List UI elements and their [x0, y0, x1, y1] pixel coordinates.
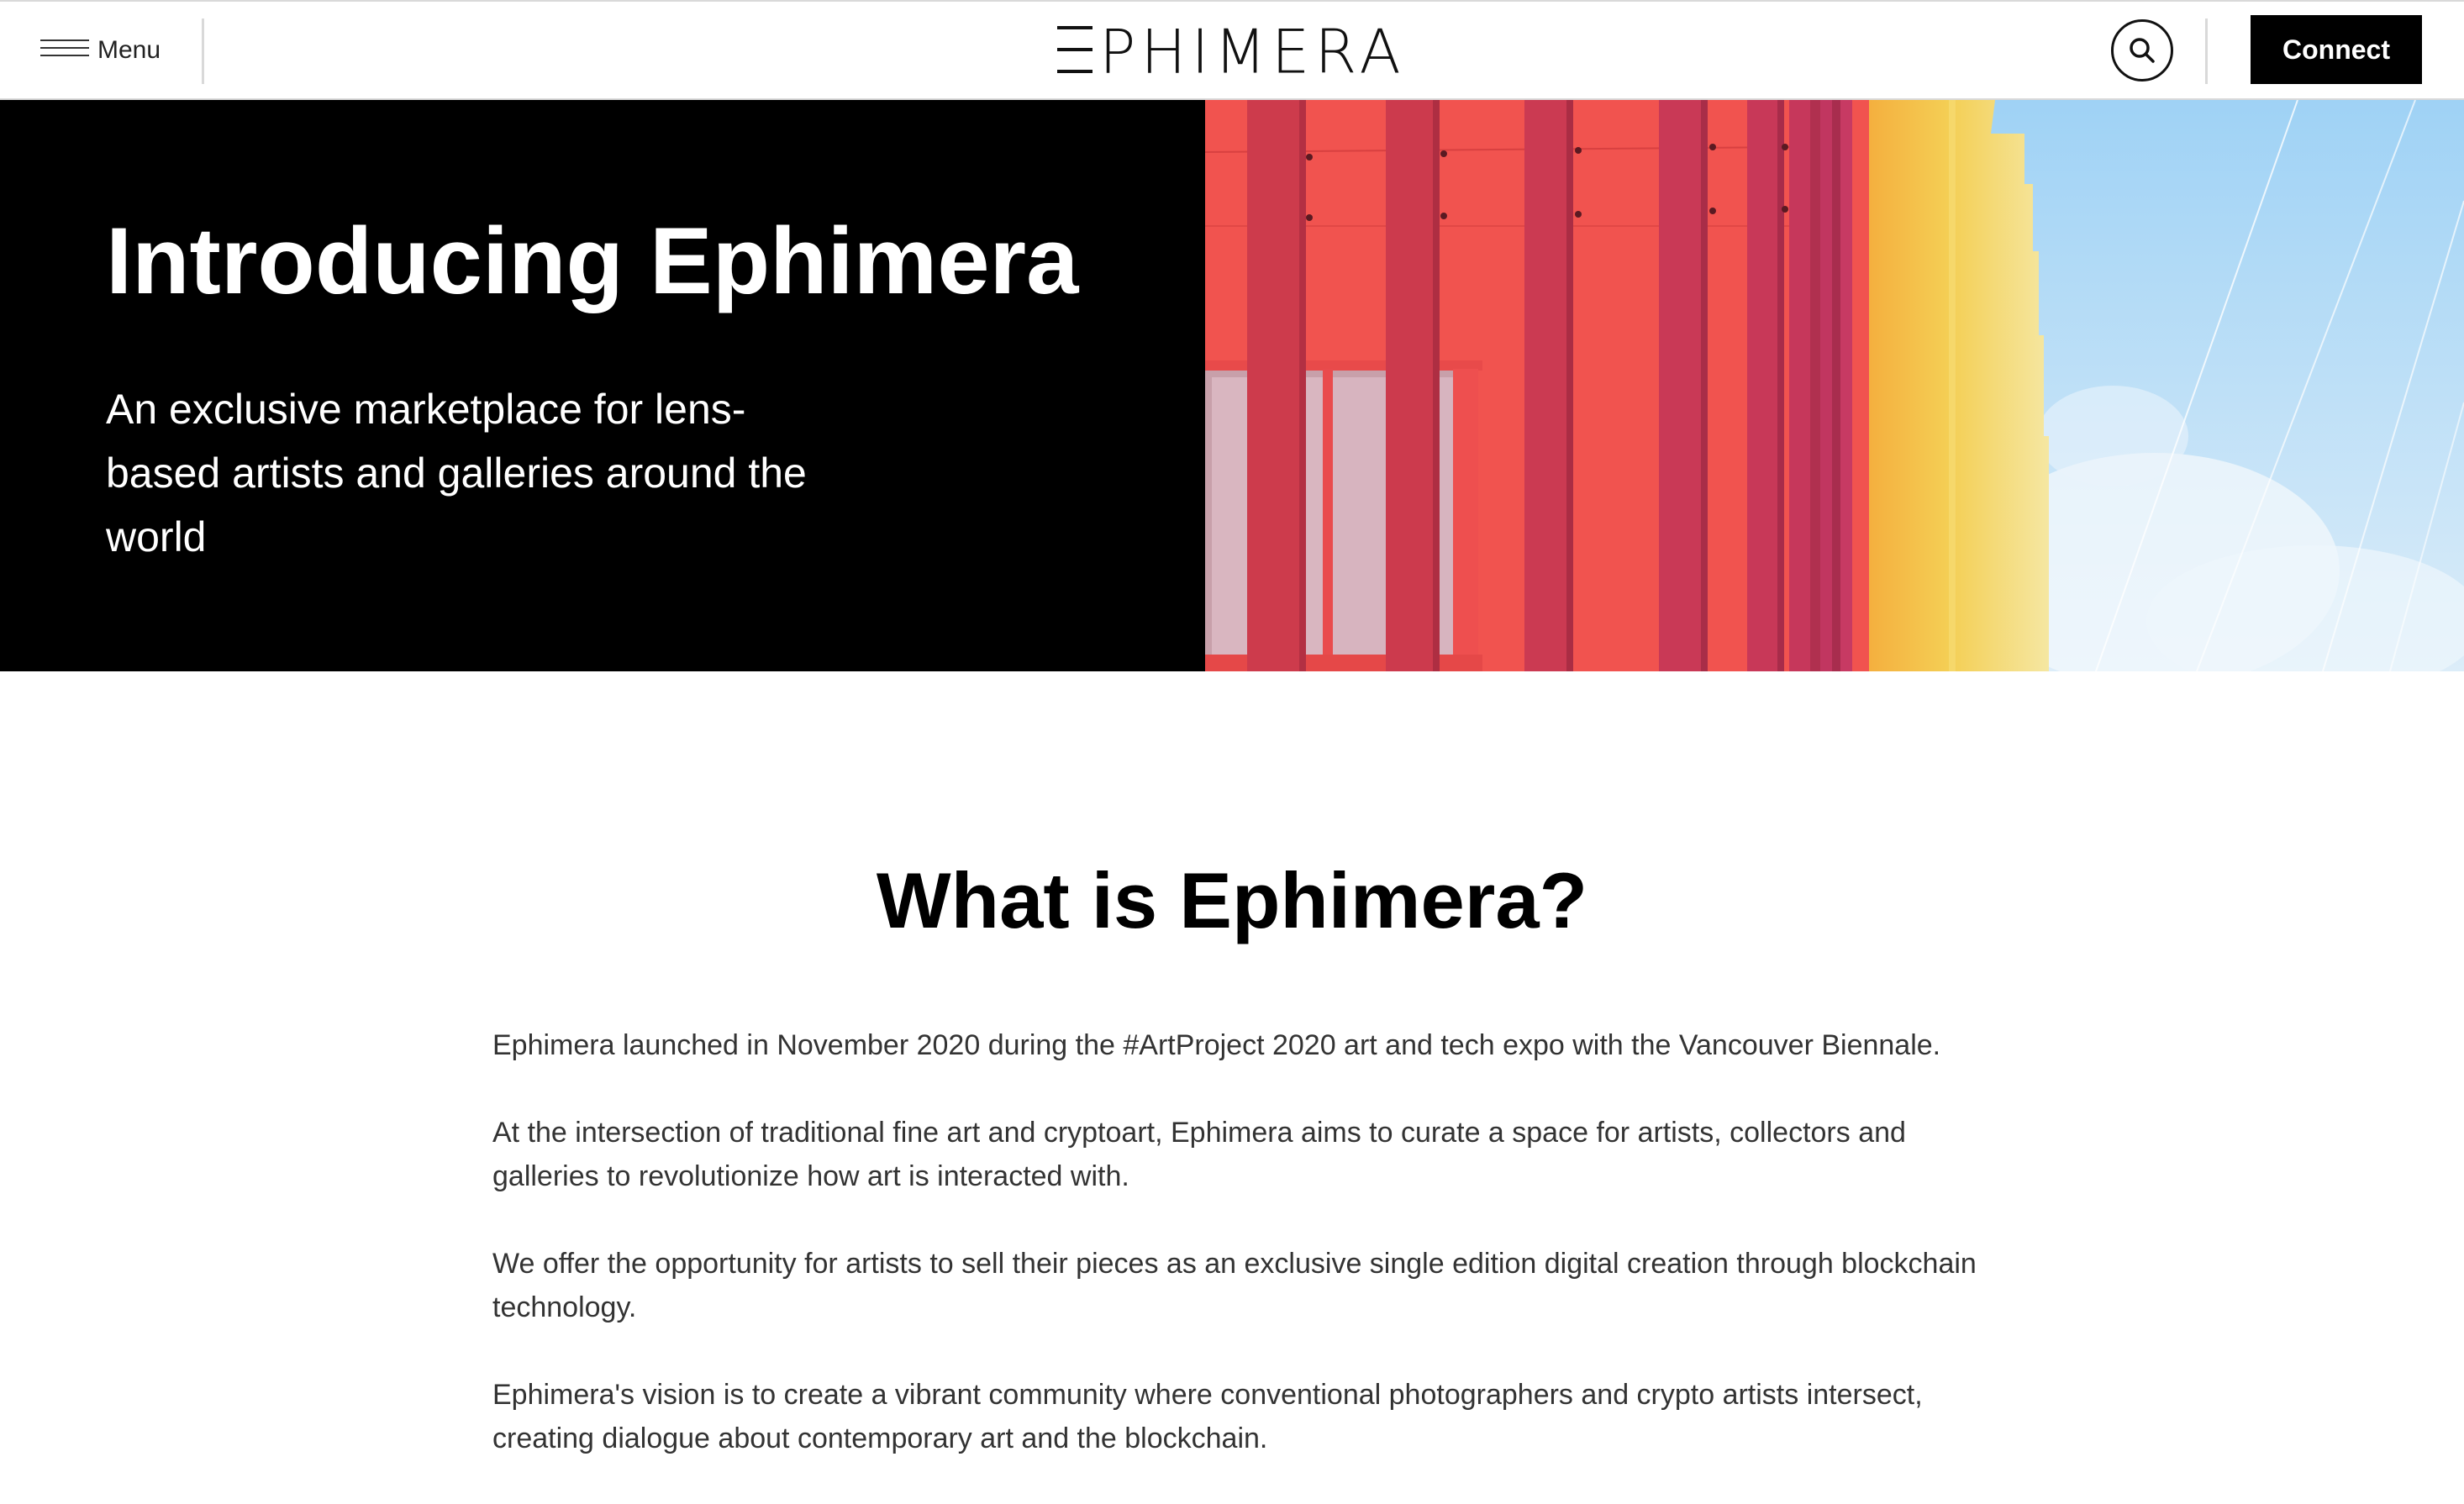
about-paragraph: At the intersection of traditional fine …	[492, 1117, 1906, 1192]
connect-button[interactable]: Connect	[2251, 15, 2422, 84]
header-divider	[202, 18, 204, 84]
search-icon	[2130, 38, 2155, 63]
about-paragraph: Ephimera launched in November 2020 durin…	[492, 1029, 1941, 1061]
menu-label: Menu	[97, 36, 161, 64]
hero-subtitle: An exclusive marketplace for lens-based …	[106, 386, 807, 560]
logo-e-mark	[1057, 25, 1092, 73]
header-divider	[2205, 18, 2208, 84]
building-facade-photo	[1205, 100, 2464, 671]
hero-title: Introducing Ephimera	[106, 208, 1079, 313]
logo-wordmark: PHIMERA	[1099, 16, 1406, 87]
section-heading: What is Ephimera?	[876, 856, 1588, 944]
search-button[interactable]	[2111, 19, 2173, 82]
hamburger-icon	[40, 39, 89, 56]
hero-text-panel: Introducing Ephimera An exclusive market…	[0, 100, 1205, 671]
about-text: Ephimera launched in November 2020 durin…	[492, 1023, 1988, 1504]
menu-button[interactable]: Menu	[40, 34, 161, 67]
ephimera-logo[interactable]: PHIMERA	[1057, 22, 1406, 82]
about-paragraph: We offer the opportunity for artists to …	[492, 1248, 1977, 1323]
hero-image	[1205, 100, 2464, 671]
top-header: Menu PHIMERA Connect	[0, 0, 2464, 100]
hero-banner: Introducing Ephimera An exclusive market…	[0, 100, 2464, 671]
about-paragraph: Ephimera's vision is to create a vibrant…	[492, 1379, 1923, 1454]
